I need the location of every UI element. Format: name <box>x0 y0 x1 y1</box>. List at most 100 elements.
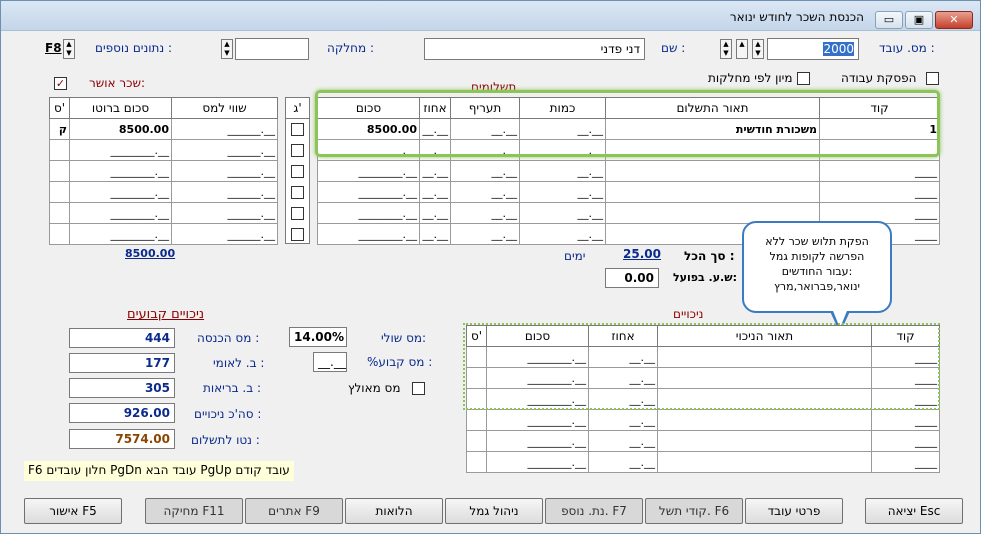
g-checkbox[interactable] <box>291 165 304 178</box>
forced-tax-checkbox[interactable] <box>412 382 425 395</box>
department-field[interactable] <box>235 38 309 60</box>
ded-description-cell[interactable] <box>657 430 872 452</box>
gross-row: ________.__ ______.__ <box>49 202 278 224</box>
rate-cell[interactable]: __.__ <box>450 223 520 245</box>
ded-description-cell[interactable] <box>657 451 872 473</box>
name-field[interactable]: דני פדני <box>424 38 645 60</box>
ded-code-cell[interactable]: ____ <box>871 430 940 452</box>
tax-value-cell[interactable]: ______.__ <box>171 118 278 140</box>
ded-percent-cell[interactable]: __.__ <box>588 409 658 431</box>
stop-work-checkbox[interactable] <box>926 72 939 85</box>
gross-cell[interactable]: ________.__ <box>69 139 172 161</box>
approved-salary-checkbox[interactable]: ✓ <box>54 77 67 90</box>
employee-spinner[interactable]: ▲ ▼ <box>720 39 732 59</box>
loans-button[interactable]: הלואות <box>345 498 443 524</box>
description-cell[interactable] <box>605 160 820 182</box>
extra-data-key[interactable]: F8 <box>45 41 62 55</box>
ded-amount-cell[interactable]: ________.__ <box>486 430 589 452</box>
percent-cell[interactable]: __.__ <box>419 223 451 245</box>
sort-by-dept-checkbox[interactable] <box>797 72 810 85</box>
employee-no-field[interactable]: 2000 <box>767 38 859 60</box>
employee-next-spinner[interactable]: ▲ ▼ <box>752 39 764 59</box>
employee-details-button[interactable]: פרטי עובד <box>745 498 843 524</box>
income-tax-field[interactable]: 444 <box>69 328 175 348</box>
rate-cell[interactable]: __.__ <box>450 181 520 203</box>
g-checkbox[interactable] <box>291 228 304 241</box>
tax-value-cell[interactable]: ______.__ <box>171 202 278 224</box>
s-cell[interactable] <box>49 139 70 161</box>
tax-value-cell[interactable]: ______.__ <box>171 160 278 182</box>
payment-row: ________.__ __.__ __.__ __.__ ____ <box>317 160 940 182</box>
percent-cell[interactable]: __.__ <box>419 202 451 224</box>
ded-percent-cell[interactable]: __.__ <box>588 451 658 473</box>
actual-hours-field[interactable]: 0.00 <box>605 268 659 288</box>
description-cell[interactable] <box>605 181 820 203</box>
quantity-cell[interactable]: __.__ <box>519 223 606 245</box>
employee-up-arrow[interactable]: ▲ <box>736 39 748 59</box>
amount-cell[interactable]: ________.__ <box>317 202 420 224</box>
s-cell[interactable] <box>49 181 70 203</box>
health-ins-field[interactable]: 305 <box>69 378 175 398</box>
ded-code-cell[interactable]: ____ <box>871 409 940 431</box>
ded-s-cell[interactable] <box>466 430 487 452</box>
s-cell[interactable] <box>49 160 70 182</box>
provident-button[interactable]: ניהול גמל <box>445 498 543 524</box>
deductions-title: ניכויים <box>673 307 704 321</box>
minimize-button[interactable]: ▭ <box>875 11 903 29</box>
payment-codes-button[interactable]: קודי תשל. F6 <box>645 498 743 524</box>
fixed-tax-field[interactable]: __.__ <box>313 352 347 372</box>
extra-data-button[interactable]: נת. נוספ. F7 <box>545 498 643 524</box>
ded-s-cell[interactable] <box>466 451 487 473</box>
gross-header-row: ס' סכום ברוטו שווי למס <box>49 97 278 119</box>
g-checkbox[interactable] <box>291 144 304 157</box>
tax-value-cell[interactable]: ______.__ <box>171 223 278 245</box>
s-cell[interactable] <box>49 202 70 224</box>
code-cell[interactable]: ____ <box>819 181 940 203</box>
gross-row: ק 8500.00 ______.__ <box>49 118 278 140</box>
amount-cell[interactable]: ________.__ <box>317 181 420 203</box>
department-spinner[interactable]: ▲ ▼ <box>221 39 233 59</box>
quantity-cell[interactable]: __.__ <box>519 160 606 182</box>
gross-cell[interactable]: ________.__ <box>69 223 172 245</box>
amount-cell[interactable]: ________.__ <box>317 223 420 245</box>
g-checkbox[interactable] <box>291 207 304 220</box>
tax-value-cell[interactable]: ______.__ <box>171 181 278 203</box>
national-ins-field[interactable]: 177 <box>69 353 175 373</box>
restore-button[interactable]: ▣ <box>905 11 933 29</box>
extra-data-spinner[interactable]: ▲ ▼ <box>63 39 75 59</box>
ded-percent-cell[interactable]: __.__ <box>588 430 658 452</box>
rate-cell[interactable]: __.__ <box>450 202 520 224</box>
deductions-highlight <box>463 323 940 410</box>
g-checkbox[interactable] <box>291 186 304 199</box>
ded-description-cell[interactable] <box>657 409 872 431</box>
quantity-cell[interactable]: __.__ <box>519 202 606 224</box>
title-bar: הכנסת השכר לחודש ינואר ▭ ▣ ✕ <box>1 1 980 31</box>
alerts-button[interactable]: אתרים F9 <box>245 498 343 524</box>
deduction-row: ________.__ __.__ ____ <box>466 409 940 431</box>
percent-cell[interactable]: __.__ <box>419 181 451 203</box>
total-days: 25.00 <box>623 247 661 261</box>
g-row <box>286 203 309 224</box>
percent-cell[interactable]: __.__ <box>419 160 451 182</box>
ded-code-cell[interactable]: ____ <box>871 451 940 473</box>
quantity-cell[interactable]: __.__ <box>519 181 606 203</box>
tax-value-cell[interactable]: ______.__ <box>171 139 278 161</box>
ded-amount-cell[interactable]: ________.__ <box>486 409 589 431</box>
approve-button[interactable]: אישור F5 <box>24 498 122 524</box>
gross-cell[interactable]: 8500.00 <box>69 118 172 140</box>
close-button[interactable]: ✕ <box>935 11 973 29</box>
gross-cell[interactable]: ________.__ <box>69 160 172 182</box>
exit-button[interactable]: יציאה Esc <box>865 498 963 524</box>
gross-cell[interactable]: ________.__ <box>69 202 172 224</box>
amount-cell[interactable]: ________.__ <box>317 160 420 182</box>
s-cell[interactable]: ק <box>49 118 70 140</box>
delete-button[interactable]: מחיקה F11 <box>145 498 243 524</box>
ded-s-cell[interactable] <box>466 409 487 431</box>
rate-cell[interactable]: __.__ <box>450 160 520 182</box>
g-checkbox[interactable] <box>291 123 304 136</box>
ded-amount-cell[interactable]: ________.__ <box>486 451 589 473</box>
days-label: ימים <box>564 249 586 263</box>
gross-cell[interactable]: ________.__ <box>69 181 172 203</box>
code-cell[interactable]: ____ <box>819 160 940 182</box>
s-cell[interactable] <box>49 223 70 245</box>
